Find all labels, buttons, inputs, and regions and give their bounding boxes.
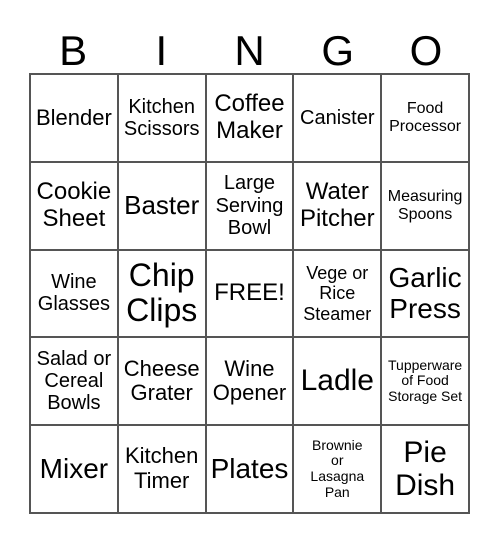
free-space[interactable]: FREE! <box>205 249 294 338</box>
bingo-cell[interactable]: Wine Glasses <box>30 249 118 338</box>
header-letter-i: I <box>155 27 168 74</box>
header-letter-g: G <box>321 27 355 74</box>
bingo-cell[interactable]: Salad or Cereal Bowls <box>30 337 118 426</box>
bingo-cell[interactable]: Kitchen Timer <box>117 425 206 513</box>
bingo-cell[interactable]: Water Pitcher <box>293 161 382 250</box>
bingo-cell[interactable]: Mixer <box>30 425 118 513</box>
bingo-cell[interactable]: Plates <box>205 425 294 513</box>
bingo-cell[interactable]: Tupperware of Food Storage Set <box>381 337 469 426</box>
header-letter-o: O <box>409 27 443 74</box>
bingo-cell[interactable]: Food Processor <box>381 74 469 162</box>
bingo-cell[interactable]: Brownie or Lasagna Pan <box>293 425 382 513</box>
bingo-grid: Blender Kitchen Scissors Coffee Maker Ca… <box>29 73 470 514</box>
bingo-cell[interactable]: Coffee Maker <box>205 74 294 162</box>
bingo-cell[interactable]: Ladle <box>293 337 382 426</box>
bingo-cell[interactable]: Large Serving Bowl <box>205 161 294 250</box>
bingo-cell[interactable]: Vege or Rice Steamer <box>293 249 382 338</box>
bingo-cell[interactable]: Measuring Spoons <box>381 161 469 250</box>
bingo-cell[interactable]: Blender <box>30 74 118 162</box>
bingo-cell[interactable]: Cookie Sheet <box>30 161 118 250</box>
bingo-header: B I N G O <box>29 28 470 73</box>
bingo-cell[interactable]: Kitchen Scissors <box>117 74 206 162</box>
header-letter-b: B <box>59 27 88 74</box>
bingo-cell[interactable]: Chip Clips <box>117 249 206 338</box>
bingo-cell[interactable]: Garlic Press <box>381 249 469 338</box>
bingo-cell[interactable]: Cheese Grater <box>117 337 206 426</box>
bingo-cell[interactable]: Baster <box>117 161 206 250</box>
bingo-cell[interactable]: Pie Dish <box>381 425 469 513</box>
bingo-cell[interactable]: Wine Opener <box>205 337 294 426</box>
header-letter-n: N <box>234 27 265 74</box>
bingo-cell[interactable]: Canister <box>293 74 382 162</box>
